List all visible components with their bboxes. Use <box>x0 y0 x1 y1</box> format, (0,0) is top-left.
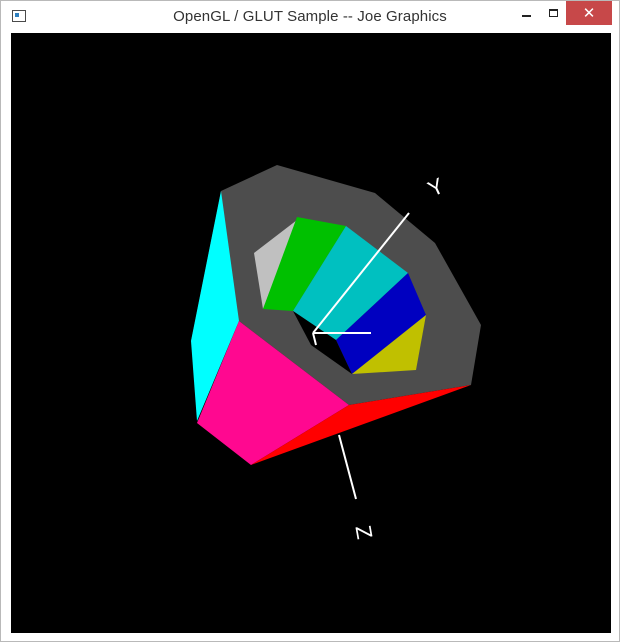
opengl-viewport[interactable]: Y Z <box>11 33 611 633</box>
close-button[interactable]: ✕ <box>566 1 612 25</box>
y-axis-label: Y <box>424 173 448 202</box>
minimize-icon <box>521 15 531 17</box>
z-axis-label: Z <box>350 523 377 541</box>
maximize-icon <box>548 9 558 17</box>
minimize-button[interactable] <box>511 1 541 25</box>
z-axis-line <box>338 434 357 500</box>
scene-canvas: Y Z <box>191 165 481 541</box>
maximize-button[interactable] <box>539 1 567 25</box>
close-icon: ✕ <box>582 4 596 22</box>
app-window: OpenGL / GLUT Sample -- Joe Graphics ✕ Y… <box>0 0 620 642</box>
title-bar[interactable]: OpenGL / GLUT Sample -- Joe Graphics ✕ <box>1 1 619 32</box>
